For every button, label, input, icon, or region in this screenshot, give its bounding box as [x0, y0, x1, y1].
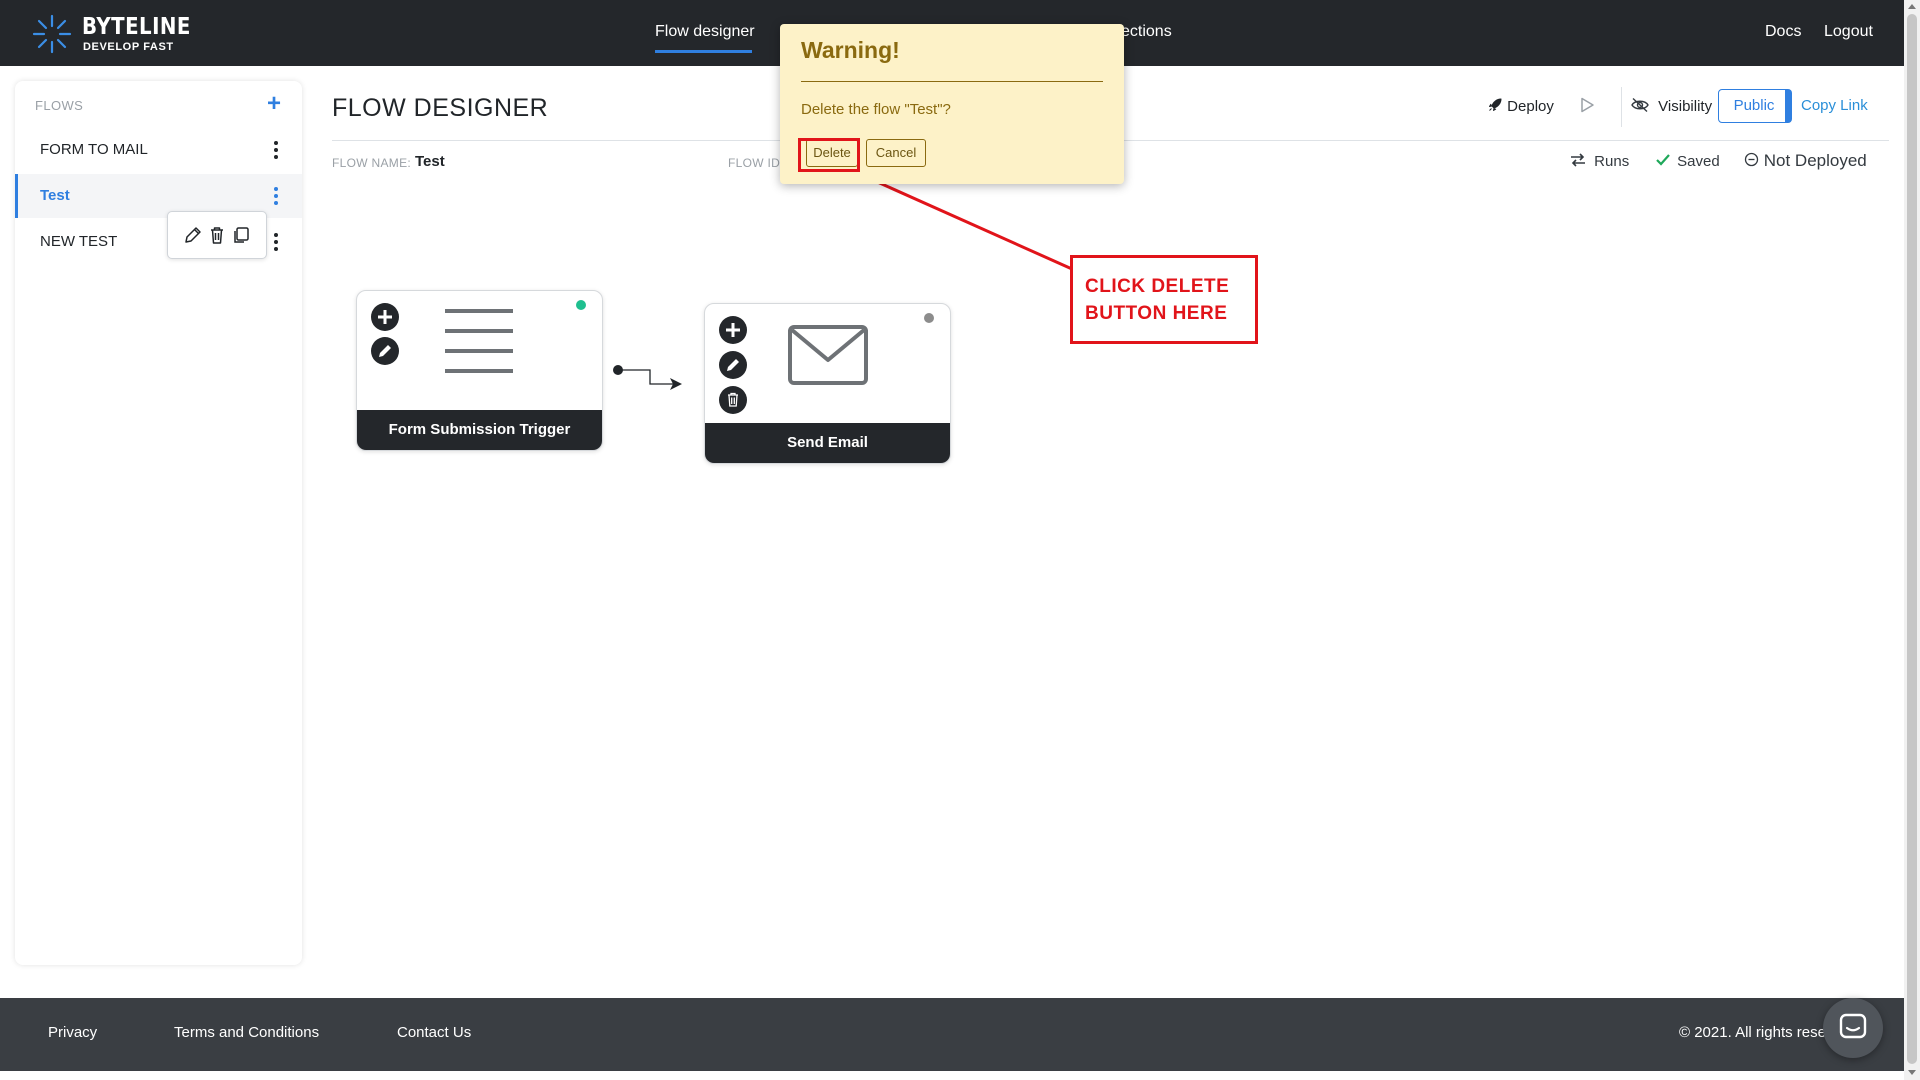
instruction-callout: CLICK DELETE BUTTON HERE: [1070, 255, 1258, 344]
instruction-line-1: CLICK DELETE: [1085, 276, 1230, 297]
footer-contact-link[interactable]: Contact Us: [397, 1024, 471, 1041]
footer-privacy-link[interactable]: Privacy: [48, 1024, 97, 1041]
envelope-icon: [788, 325, 868, 385]
deploy-label: Deploy: [1507, 98, 1554, 115]
kebab-menu-icon[interactable]: [271, 184, 281, 208]
runs-label: Runs: [1594, 153, 1630, 170]
page-title: FLOW DESIGNER: [332, 94, 549, 122]
kebab-menu-icon[interactable]: [271, 138, 281, 162]
edit-node-icon[interactable]: [371, 337, 399, 365]
public-button[interactable]: Public: [1718, 89, 1790, 123]
flow-actions-popover: [167, 211, 267, 259]
brand-name: BYTELINE: [82, 14, 191, 40]
cancel-delete-button[interactable]: Cancel: [866, 139, 926, 167]
flow-id-label: FLOW ID:: [728, 156, 784, 170]
brand-tagline: DEVELOP FAST: [83, 41, 174, 53]
saved-label: Saved: [1677, 153, 1720, 170]
public-button-edge: [1785, 89, 1792, 123]
header-divider: [1621, 87, 1622, 127]
deploy-status: Not Deployed: [1744, 151, 1867, 171]
sidebar-item-label: NEW TEST: [40, 233, 118, 250]
delete-node-icon[interactable]: [719, 386, 747, 414]
add-flow-button[interactable]: +: [267, 90, 281, 118]
sidebar-item-label: FORM TO MAIL: [40, 141, 148, 158]
page-scrollbar[interactable]: [1904, 0, 1920, 1080]
flow-name-label: FLOW NAME:: [332, 156, 412, 170]
flows-heading: FLOWS: [35, 98, 84, 113]
warning-divider: [801, 81, 1103, 82]
form-lines-icon: [445, 309, 513, 373]
sidebar-item-label: Test: [40, 187, 70, 204]
not-deployed-label: Not Deployed: [1763, 151, 1867, 170]
byteline-logo[interactable]: BYTELINE DEVELOP FAST: [30, 12, 190, 56]
run-play-button[interactable]: [1578, 96, 1596, 118]
footer: Privacy Terms and Conditions Contact Us …: [0, 998, 1904, 1071]
node-status-dot: [576, 300, 586, 310]
add-step-icon[interactable]: [719, 316, 747, 344]
duplicate-copy-icon[interactable]: [230, 224, 252, 246]
node-status-dot: [924, 313, 934, 323]
saved-status: Saved: [1655, 153, 1720, 170]
nav-docs[interactable]: Docs: [1765, 23, 1801, 41]
eye-slash-icon: [1631, 97, 1649, 113]
node-title: Form Submission Trigger: [357, 410, 602, 450]
nav-logout[interactable]: Logout: [1824, 23, 1873, 41]
node-connector-arrow: [613, 365, 682, 390]
warning-title: Warning!: [801, 37, 900, 63]
sidebar-item-form-to-mail[interactable]: FORM TO MAIL: [15, 128, 302, 172]
scroll-up-arrow-icon[interactable]: [1908, 4, 1916, 9]
footer-copyright: © 2021. All rights reser: [1679, 1024, 1831, 1041]
chat-launcher-button[interactable]: [1823, 998, 1883, 1058]
visibility-label: Visibility: [1658, 98, 1713, 115]
visibility-toggle[interactable]: Visibility: [1630, 97, 1712, 115]
footer-terms-link[interactable]: Terms and Conditions: [174, 1024, 319, 1041]
kebab-menu-icon[interactable]: [271, 230, 281, 254]
nav-flow-designer[interactable]: Flow designer: [655, 23, 755, 41]
nav-active-underline: [655, 50, 752, 53]
scrollbar-thumb[interactable]: [1907, 14, 1917, 1064]
instruction-line-2: BUTTON HERE: [1085, 303, 1228, 324]
nav-connections[interactable]: ections: [1121, 23, 1172, 41]
edit-pencil-icon[interactable]: [182, 224, 204, 246]
node-title: Send Email: [705, 423, 950, 463]
starburst-logo-icon: [32, 14, 72, 54]
copy-link-button[interactable]: Copy Link: [1801, 97, 1868, 114]
deploy-button[interactable]: Deploy: [1487, 97, 1554, 115]
delete-trash-icon[interactable]: [206, 224, 228, 246]
edit-node-icon[interactable]: [719, 351, 747, 379]
check-icon: [1656, 154, 1670, 166]
send-email-node[interactable]: Send Email: [704, 303, 951, 464]
rocket-icon: [1489, 98, 1502, 111]
runs-button[interactable]: Runs: [1570, 153, 1629, 170]
exchange-arrows-icon: [1571, 153, 1585, 167]
add-step-icon[interactable]: [371, 303, 399, 331]
instruction-text: CLICK DELETE BUTTON HERE: [1085, 273, 1229, 327]
chat-bubble-icon: [1839, 1013, 1867, 1039]
form-submission-trigger-node[interactable]: Form Submission Trigger: [356, 290, 603, 451]
minus-circle-icon: [1744, 152, 1759, 167]
delete-button-highlight: [798, 138, 860, 172]
scroll-down-arrow-icon[interactable]: [1908, 1070, 1916, 1075]
flow-name-value[interactable]: Test: [415, 153, 445, 170]
play-icon: [1581, 97, 1594, 113]
warning-message: Delete the flow "Test"?: [801, 101, 951, 118]
